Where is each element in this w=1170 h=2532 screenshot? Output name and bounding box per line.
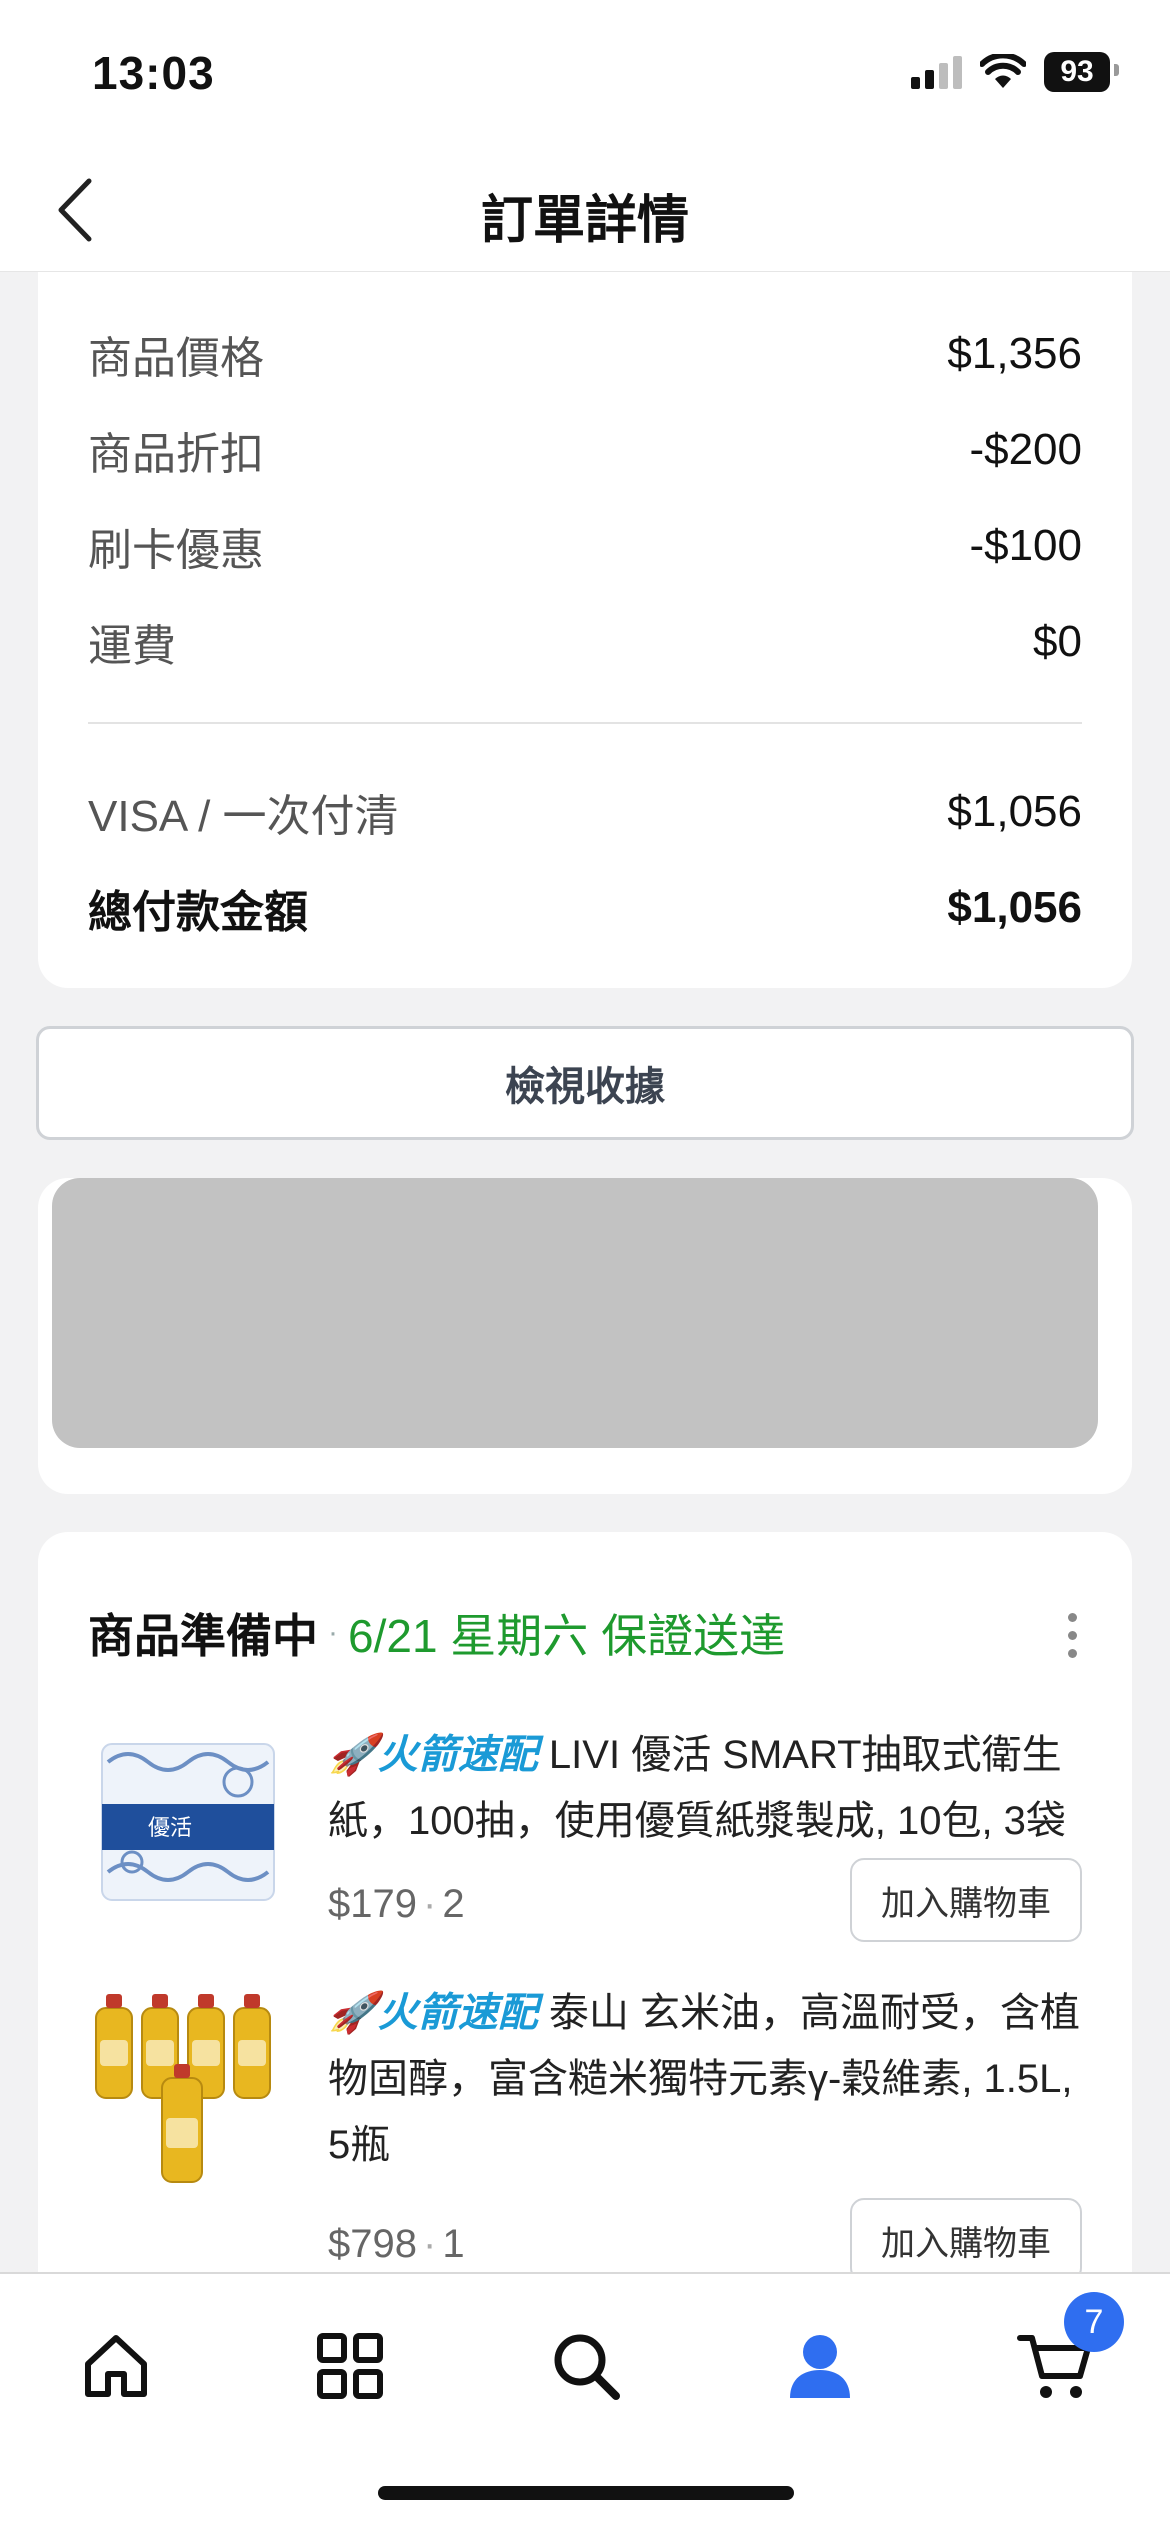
summary-row-shipping: 運費 $0 — [88, 610, 1082, 674]
total-label: 總付款金額 — [88, 888, 308, 937]
page-title: 訂單詳情 — [480, 192, 689, 250]
banner-card — [38, 1178, 1132, 1494]
delivery-date: 6/21 星期六 保證送達 — [348, 1610, 786, 1662]
status-time: 13:03 — [92, 47, 215, 99]
product-item[interactable]: 🚀火箭速配 泰山 玄米油，高溫耐受，含植物固醇，富含糙米獨特元素γ-穀維素, 1… — [88, 1980, 1082, 2310]
total-value: $1,056 — [947, 883, 1082, 932]
tab-categories[interactable] — [300, 2316, 400, 2416]
summary-label: 商品折扣 — [88, 430, 264, 479]
summary-label: 刷卡優惠 — [88, 526, 264, 575]
summary-value: $0 — [1033, 617, 1082, 666]
product-image-tissue[interactable]: 優活 — [88, 1722, 288, 1922]
price-qty: $179 · 2 — [328, 1882, 465, 1926]
banner-image[interactable] — [52, 1178, 1098, 1448]
wifi-icon — [980, 54, 1026, 88]
status-separator: · — [328, 1616, 338, 1649]
product-item[interactable]: 優活 🚀火箭速配 LIVI 優活 SMART抽取式衛生紙，100抽，使用優質紙漿… — [88, 1722, 1082, 1982]
product-price: $798 — [328, 2222, 417, 2266]
battery-icon: 93 — [1044, 52, 1119, 92]
payment-summary-card: 商品價格 $1,356 商品折扣 -$200 刷卡優惠 -$100 運費 $0 … — [38, 272, 1132, 988]
summary-label: 商品價格 — [88, 334, 264, 383]
summary-value: -$100 — [969, 521, 1082, 570]
order-status-header: 商品準備中 · 6/21 星期六 保證送達 — [88, 1600, 1082, 1666]
product-title[interactable]: 🚀火箭速配 泰山 玄米油，高溫耐受，含植物固醇，富含糙米獨特元素γ-穀維素, 1… — [328, 1980, 1082, 2178]
product-image-rice-oil[interactable] — [88, 1988, 288, 2188]
summary-row-card-discount: 刷卡優惠 -$100 — [88, 514, 1082, 578]
summary-value: $1,356 — [947, 329, 1082, 378]
svg-text:優活: 優活 — [148, 1816, 192, 1841]
summary-label: 運費 — [88, 622, 176, 671]
summary-divider — [88, 722, 1082, 724]
payment-method-label: VISA / 一次付清 — [88, 792, 399, 841]
payment-method-value: $1,056 — [947, 787, 1082, 836]
more-options-icon[interactable] — [1052, 1600, 1092, 1670]
summary-row-total: 總付款金額 $1,056 — [88, 876, 1082, 940]
product-qty: 1 — [442, 2222, 465, 2266]
search-icon — [554, 2334, 620, 2400]
tab-account[interactable] — [770, 2316, 870, 2416]
status-icons: 93 — [911, 52, 1119, 92]
cart-count-badge: 7 — [1064, 2292, 1124, 2352]
summary-value: -$200 — [969, 425, 1082, 474]
cellular-signal-icon — [911, 55, 962, 89]
account-icon — [790, 2335, 850, 2398]
rocket-delivery-tag: 🚀火箭速配 — [328, 1991, 538, 2035]
order-status: 商品準備中 — [88, 1610, 318, 1662]
status-bar: 13:03 93 — [0, 0, 1170, 150]
categories-icon — [317, 2333, 383, 2399]
price-qty: $798 · 1 — [328, 2222, 465, 2266]
tab-search[interactable] — [536, 2316, 636, 2416]
summary-row-product-price: 商品價格 $1,356 — [88, 322, 1082, 386]
home-indicator[interactable] — [378, 2486, 794, 2500]
nav-header: 訂單詳情 — [0, 150, 1170, 272]
product-title[interactable]: 🚀火箭速配 LIVI 優活 SMART抽取式衛生紙，100抽，使用優質紙漿製成,… — [328, 1722, 1082, 1854]
view-receipt-button[interactable]: 檢視收據 — [36, 1026, 1134, 1140]
add-to-cart-button[interactable]: 加入購物車 — [850, 2198, 1082, 2282]
rocket-delivery-tag: 🚀火箭速配 — [328, 1733, 538, 1777]
home-icon — [85, 2335, 147, 2397]
add-to-cart-button[interactable]: 加入購物車 — [850, 1858, 1082, 1942]
product-qty: 2 — [442, 1882, 465, 1926]
tab-home[interactable] — [66, 2316, 166, 2416]
product-price: $179 — [328, 1882, 417, 1926]
summary-row-discount: 商品折扣 -$200 — [88, 418, 1082, 482]
summary-row-payment-method: VISA / 一次付清 $1,056 — [88, 780, 1082, 844]
